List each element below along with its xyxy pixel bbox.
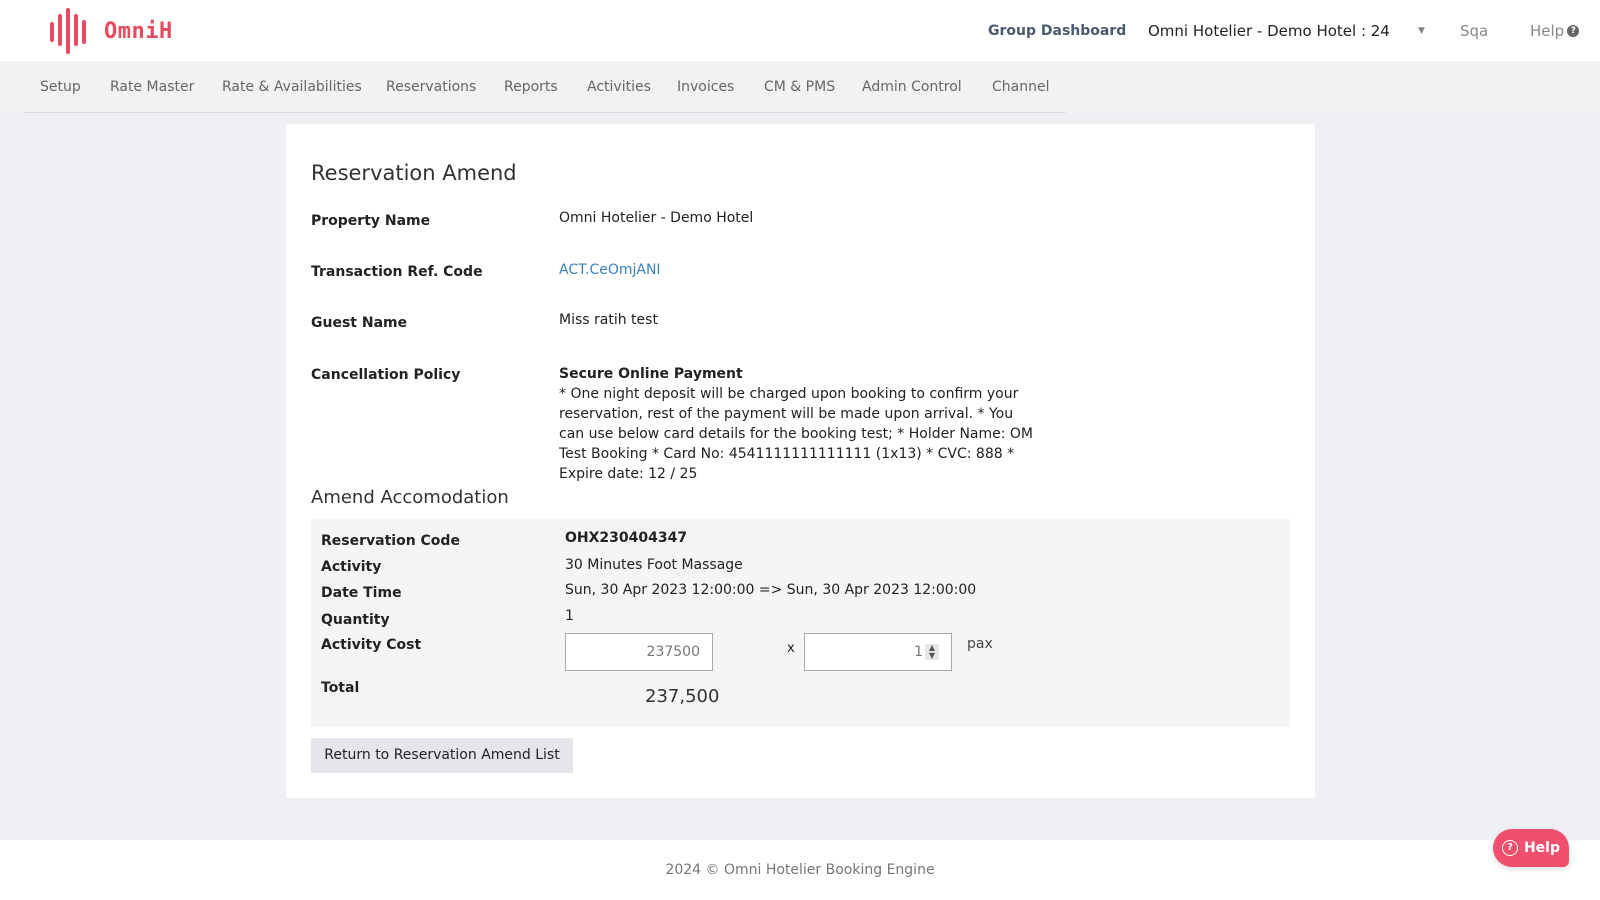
property-name-label: Property Name (311, 213, 431, 229)
logo[interactable]: OmniH (48, 6, 173, 56)
property-name-value: Omni Hotelier - Demo Hotel (559, 210, 754, 226)
cancellation-policy: Secure Online Payment * One night deposi… (559, 364, 1039, 484)
pax-quantity-value: 1 (914, 644, 923, 660)
main-nav: Setup Rate Master Rate & Availabilities … (0, 61, 1600, 113)
activity-cost-label: Activity Cost (321, 637, 422, 653)
nav-item-reservations[interactable]: Reservations (386, 61, 476, 113)
chevron-down-icon[interactable]: ▼ (1418, 0, 1425, 61)
quantity-value: 1 (565, 608, 574, 624)
help-link-label: Help (1530, 21, 1565, 40)
nav-item-cm-pms[interactable]: CM & PMS (764, 61, 835, 113)
return-to-list-button[interactable]: Return to Reservation Amend List (311, 738, 573, 773)
activity-value: 30 Minutes Foot Massage (565, 557, 743, 573)
help-circle-icon: ? (1501, 840, 1518, 856)
floating-help-label: Help (1523, 840, 1561, 856)
hotel-selector[interactable]: Omni Hotelier - Demo Hotel : 24 (1148, 0, 1390, 61)
spinner-arrows-icon[interactable]: ▲ ▼ (925, 644, 939, 660)
reservation-amend-card: Reservation Amend Property Name Omni Hot… (286, 124, 1315, 798)
guest-name-value: Miss ratih test (559, 312, 658, 328)
nav-item-admin-control[interactable]: Admin Control (862, 61, 962, 113)
transaction-ref-link[interactable]: ACT.CeOmjANI (559, 262, 661, 278)
policy-title: Secure Online Payment (559, 366, 743, 382)
page-title: Reservation Amend (311, 161, 517, 185)
amend-accommodation-box: Reservation Code OHX230404347 Activity 3… (311, 519, 1290, 727)
transaction-ref-label: Transaction Ref. Code (311, 264, 483, 280)
quantity-label: Quantity (321, 612, 390, 628)
pax-label: pax (967, 636, 993, 652)
logo-text: OmniH (104, 18, 173, 44)
activity-label: Activity (321, 559, 382, 575)
group-dashboard-link[interactable]: Group Dashboard (988, 0, 1126, 61)
top-header: OmniH Group Dashboard Omni Hotelier - De… (0, 0, 1600, 61)
nav-item-rate-master[interactable]: Rate Master (110, 61, 194, 113)
nav-item-rate-availabilities[interactable]: Rate & Availabilities (222, 61, 362, 113)
nav-item-setup[interactable]: Setup (40, 61, 81, 113)
nav-item-invoices[interactable]: Invoices (677, 61, 734, 113)
reservation-code-label: Reservation Code (321, 533, 460, 549)
footer: 2024 © Omni Hotelier Booking Engine (0, 840, 1600, 900)
date-time-label: Date Time (321, 585, 402, 601)
pax-quantity-stepper[interactable]: 1 ▲ ▼ (804, 633, 952, 671)
nav-item-reports[interactable]: Reports (504, 61, 558, 113)
amend-section-title: Amend Accomodation (311, 487, 509, 508)
footer-copyright: 2024 © Omni Hotelier Booking Engine (665, 862, 935, 878)
activity-cost-input[interactable]: 237500 (565, 633, 713, 671)
cancellation-policy-label: Cancellation Policy (311, 367, 461, 383)
policy-text: * One night deposit will be charged upon… (559, 386, 1034, 482)
nav-inner: Setup Rate Master Rate & Availabilities … (24, 61, 1066, 113)
total-label: Total (321, 680, 360, 696)
user-menu[interactable]: Sqa (1460, 0, 1488, 61)
nav-item-activities[interactable]: Activities (587, 61, 651, 113)
total-value: 237,500 (645, 686, 720, 707)
date-time-value: Sun, 30 Apr 2023 12:00:00 => Sun, 30 Apr… (565, 582, 977, 598)
guest-name-label: Guest Name (311, 315, 408, 331)
nav-item-channel[interactable]: Channel (992, 61, 1049, 113)
reservation-code-value: OHX230404347 (565, 530, 688, 546)
question-icon: ? (1567, 24, 1580, 37)
help-link[interactable]: Help ? (1530, 0, 1580, 61)
omnih-logo-icon (50, 8, 86, 54)
floating-help-button[interactable]: ? Help (1493, 829, 1569, 867)
multiply-sign: x (787, 641, 795, 656)
